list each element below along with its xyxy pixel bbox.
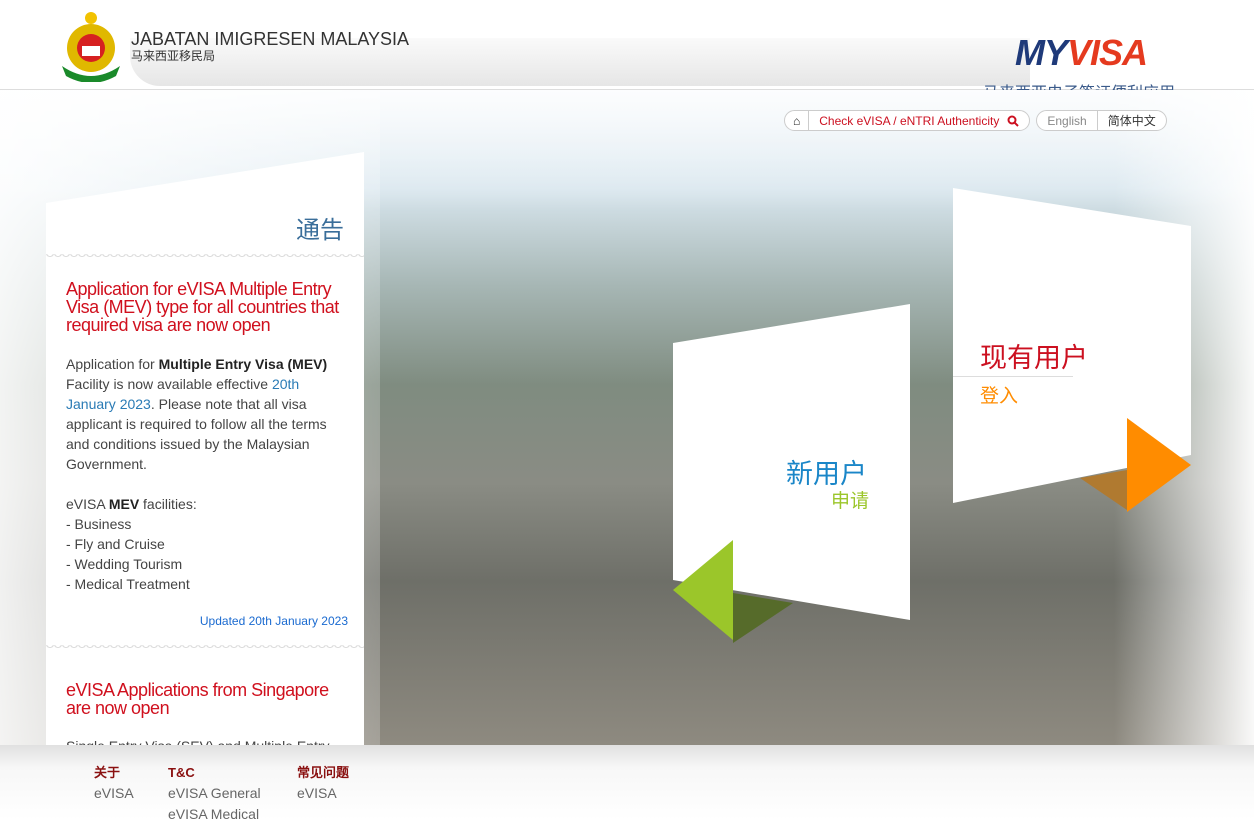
new-user-apply[interactable]: 申请 <box>831 486 869 513</box>
footer-heading: 常见问题 <box>297 765 350 780</box>
footer-link[interactable]: eVISA <box>94 783 134 804</box>
notice-panel[interactable]: 通告 Application for eVISA Multiple Entry … <box>46 152 364 745</box>
lang-english[interactable]: English <box>1037 111 1098 130</box>
notice-item-body: Application for Multiple Entry Visa (MEV… <box>66 356 328 472</box>
agency-name-cn: 马来西亚移民局 <box>131 49 216 63</box>
lang-chinese[interactable]: 简体中文 <box>1098 111 1166 130</box>
divider <box>46 645 364 651</box>
top-nav: ⌂ Check eVISA / eNTRI Authenticity Engli… <box>784 110 1167 131</box>
crest-logo[interactable] <box>60 10 122 82</box>
home-button[interactable]: ⌂ <box>785 111 810 130</box>
divider <box>953 376 1073 377</box>
myvisa-logo[interactable]: MYVISA <box>1015 32 1148 74</box>
notice-item-list: eVISA MEV facilities: - Business - Fly an… <box>66 496 197 592</box>
footer-heading: 关于 <box>94 765 121 780</box>
header: JABATAN IMIGRESEN MALAYSIA 马来西亚移民局 MYVIS… <box>0 0 1254 102</box>
existing-user-title[interactable]: 现有用户 <box>980 336 1088 375</box>
notice-item-title[interactable]: Application for eVISA Multiple Entry Vis… <box>66 280 364 334</box>
notice-title: 通告 <box>296 217 344 244</box>
footer: 关于 eVISA T&C eVISA General eVISA Medical… <box>0 745 1254 822</box>
search-icon <box>1007 115 1020 127</box>
footer-link[interactable]: eVISA Medical <box>168 804 261 825</box>
check-authenticity-link[interactable]: Check eVISA / eNTRI Authenticity <box>809 111 1029 130</box>
divider <box>46 254 364 260</box>
notice-item-title[interactable]: eVISA Applications from Singapore are no… <box>66 681 346 717</box>
arrow-right-icon[interactable] <box>1127 418 1191 512</box>
updated-date: Updated 20th January 2023 <box>199 614 348 628</box>
existing-user-login[interactable]: 登入 <box>980 381 1018 408</box>
footer-heading: T&C <box>168 765 195 780</box>
notice-item-body: Single Entry Visa (SEV) and Multiple Ent… <box>66 736 351 745</box>
arrow-left-icon[interactable] <box>673 540 733 640</box>
footer-link[interactable]: eVISA General <box>168 783 261 804</box>
home-icon: ⌂ <box>793 113 801 128</box>
check-label: Check eVISA / eNTRI Authenticity <box>819 113 1000 128</box>
footer-link[interactable]: eVISA <box>297 783 349 804</box>
